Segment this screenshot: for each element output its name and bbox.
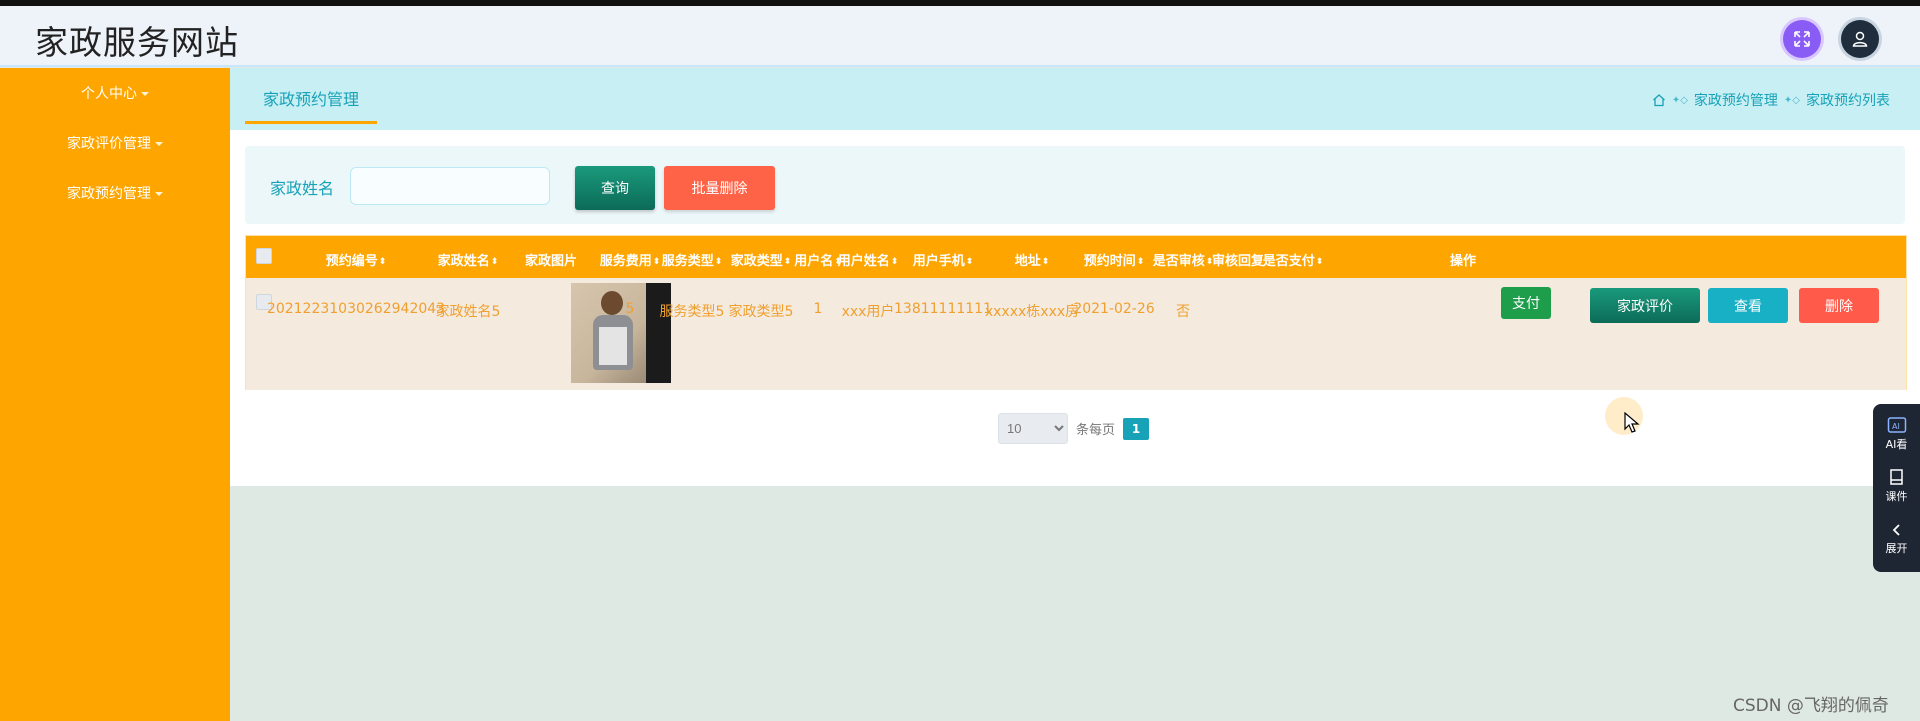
ai-view-label: AI看	[1885, 438, 1908, 451]
sort-icon: ⬍	[378, 257, 387, 267]
search-label: 家政姓名	[270, 179, 335, 198]
column-header[interactable]: 预约编号⬍	[326, 250, 387, 269]
tab-appointment-management[interactable]: 家政预约管理	[245, 86, 377, 124]
courseware-button[interactable]: 课件	[1873, 468, 1920, 504]
page-size-select[interactable]: 10	[998, 413, 1068, 444]
cell-username: 1	[813, 301, 823, 317]
ai-view-button[interactable]: AI AI看	[1873, 416, 1920, 452]
cell-user-fullname: xxx用户	[841, 304, 895, 320]
per-page-label: 条每页	[1076, 423, 1116, 438]
sidebar-item-evaluation[interactable]: 家政评价管理	[0, 133, 230, 153]
column-header[interactable]: 服务费用⬍	[600, 250, 661, 269]
query-button[interactable]: 查询	[575, 166, 655, 210]
cell-phone: 13811111111	[894, 301, 992, 317]
breadcrumb-separator-icon: ✦◇	[1783, 94, 1800, 106]
cell-id: 20212231030262942043	[266, 301, 446, 317]
column-header[interactable]: 家政类型⬍	[731, 250, 792, 269]
cell-fee: 5	[625, 301, 635, 317]
search-form: 家政姓名 查询 批量删除	[245, 146, 1905, 224]
watermark: CSDN @飞翔的佩奇	[1733, 696, 1889, 716]
batch-delete-button[interactable]: 批量删除	[664, 166, 775, 210]
breadcrumb-item[interactable]: 家政预约管理	[1694, 90, 1778, 110]
column-header[interactable]: 预约时间⬍	[1084, 250, 1145, 269]
app-header: 家政服务网站	[0, 6, 1920, 67]
cell-date: 2021-02-26	[1073, 301, 1155, 317]
sort-icon: ⬍	[965, 257, 974, 267]
pagination: 10 条每页 1	[998, 413, 1150, 444]
home-icon[interactable]	[1652, 93, 1666, 107]
caret-down-icon	[141, 92, 149, 96]
breadcrumb: ✦◇ 家政预约管理 ✦◇ 家政预约列表	[1652, 90, 1890, 110]
sidebar: 个人中心 家政评价管理 家政预约管理	[0, 68, 230, 721]
view-button[interactable]: 查看	[1708, 288, 1788, 323]
tab-bar: 家政预约管理 ✦◇ 家政预约管理 ✦◇ 家政预约列表	[230, 68, 1920, 130]
breadcrumb-item: 家政预约列表	[1806, 93, 1890, 109]
housekeeper-photo	[571, 283, 671, 383]
caret-down-icon	[155, 192, 163, 196]
sort-icon: ⬍	[783, 257, 792, 267]
sidebar-item-appointment[interactable]: 家政预约管理	[0, 183, 230, 203]
select-all-checkbox[interactable]	[256, 248, 272, 264]
column-header[interactable]: 家政姓名⬍	[438, 250, 499, 269]
column-header[interactable]: 地址⬍	[1015, 250, 1050, 269]
expand-button[interactable]: 展开	[1873, 522, 1920, 556]
book-icon	[1889, 469, 1903, 485]
sort-icon: ⬍	[1041, 257, 1050, 267]
sort-icon: ⬍	[1315, 257, 1324, 267]
pay-button[interactable]: 支付	[1501, 287, 1551, 319]
column-header[interactable]: 用户名⬍	[794, 250, 842, 269]
sidebar-item-personal-center[interactable]: 个人中心	[0, 83, 230, 103]
cell-name: 家政姓名5	[435, 304, 501, 320]
page-number-button[interactable]: 1	[1123, 417, 1150, 440]
column-header[interactable]: 用户姓名⬍	[838, 250, 899, 269]
mouse-cursor-icon	[1624, 412, 1640, 433]
cell-service-type: 服务类型5	[659, 304, 725, 320]
table-row: 20212231030262942043 家政姓名5 5 服务类型5 家政类型5…	[246, 278, 1906, 390]
app-title: 家政服务网站	[35, 23, 239, 62]
expand-label: 展开	[1885, 542, 1908, 555]
caret-down-icon	[155, 142, 163, 146]
chevron-left-icon	[1892, 524, 1900, 536]
column-header: 家政图片	[524, 254, 578, 269]
column-header: 操作	[1449, 254, 1477, 269]
user-icon	[1852, 31, 1868, 47]
sidebar-item-label: 家政评价管理	[67, 136, 151, 152]
cell-audited: 否	[1176, 304, 1190, 320]
column-header: 审核回复	[1211, 254, 1265, 269]
column-header[interactable]: 是否审核⬍	[1153, 250, 1214, 269]
cell-address: xxxxx栋xxx房	[984, 304, 1080, 320]
svg-text:AI: AI	[1892, 422, 1900, 431]
breadcrumb-separator-icon: ✦◇	[1671, 94, 1688, 106]
cell-housekeeping-type: 家政类型5	[728, 304, 794, 320]
sidebar-item-label: 家政预约管理	[67, 186, 151, 202]
table-header: 预约编号⬍ 家政姓名⬍ 家政图片 服务费用⬍ 服务类型⬍ 家政类型⬍ 用户名⬍ …	[246, 236, 1906, 278]
sort-icon: ⬍	[1136, 257, 1145, 267]
evaluate-button[interactable]: 家政评价	[1590, 288, 1700, 323]
floating-side-panel: AI AI看 课件 展开	[1873, 404, 1920, 572]
fullscreen-button[interactable]	[1783, 20, 1821, 58]
sidebar-item-label: 个人中心	[81, 86, 137, 102]
column-header[interactable]: 服务类型⬍	[662, 250, 723, 269]
search-input[interactable]	[350, 167, 550, 205]
sort-icon: ⬍	[652, 257, 661, 267]
column-header[interactable]: 是否支付⬍	[1263, 250, 1324, 269]
column-header[interactable]: 用户手机⬍	[913, 250, 974, 269]
courseware-label: 课件	[1885, 490, 1908, 503]
sort-icon: ⬍	[490, 257, 499, 267]
appointment-table: 预约编号⬍ 家政姓名⬍ 家政图片 服务费用⬍ 服务类型⬍ 家政类型⬍ 用户名⬍ …	[245, 235, 1907, 390]
user-menu-button[interactable]	[1841, 20, 1879, 58]
delete-button[interactable]: 删除	[1799, 288, 1879, 323]
ai-icon: AI	[1887, 417, 1906, 433]
sort-icon: ⬍	[890, 257, 899, 267]
main-content: 家政姓名 查询 批量删除 预约编号⬍ 家政姓名⬍ 家政图片 服务费用⬍ 服务类型…	[230, 130, 1920, 486]
expand-arrows-icon	[1794, 31, 1810, 47]
sort-icon: ⬍	[714, 257, 723, 267]
